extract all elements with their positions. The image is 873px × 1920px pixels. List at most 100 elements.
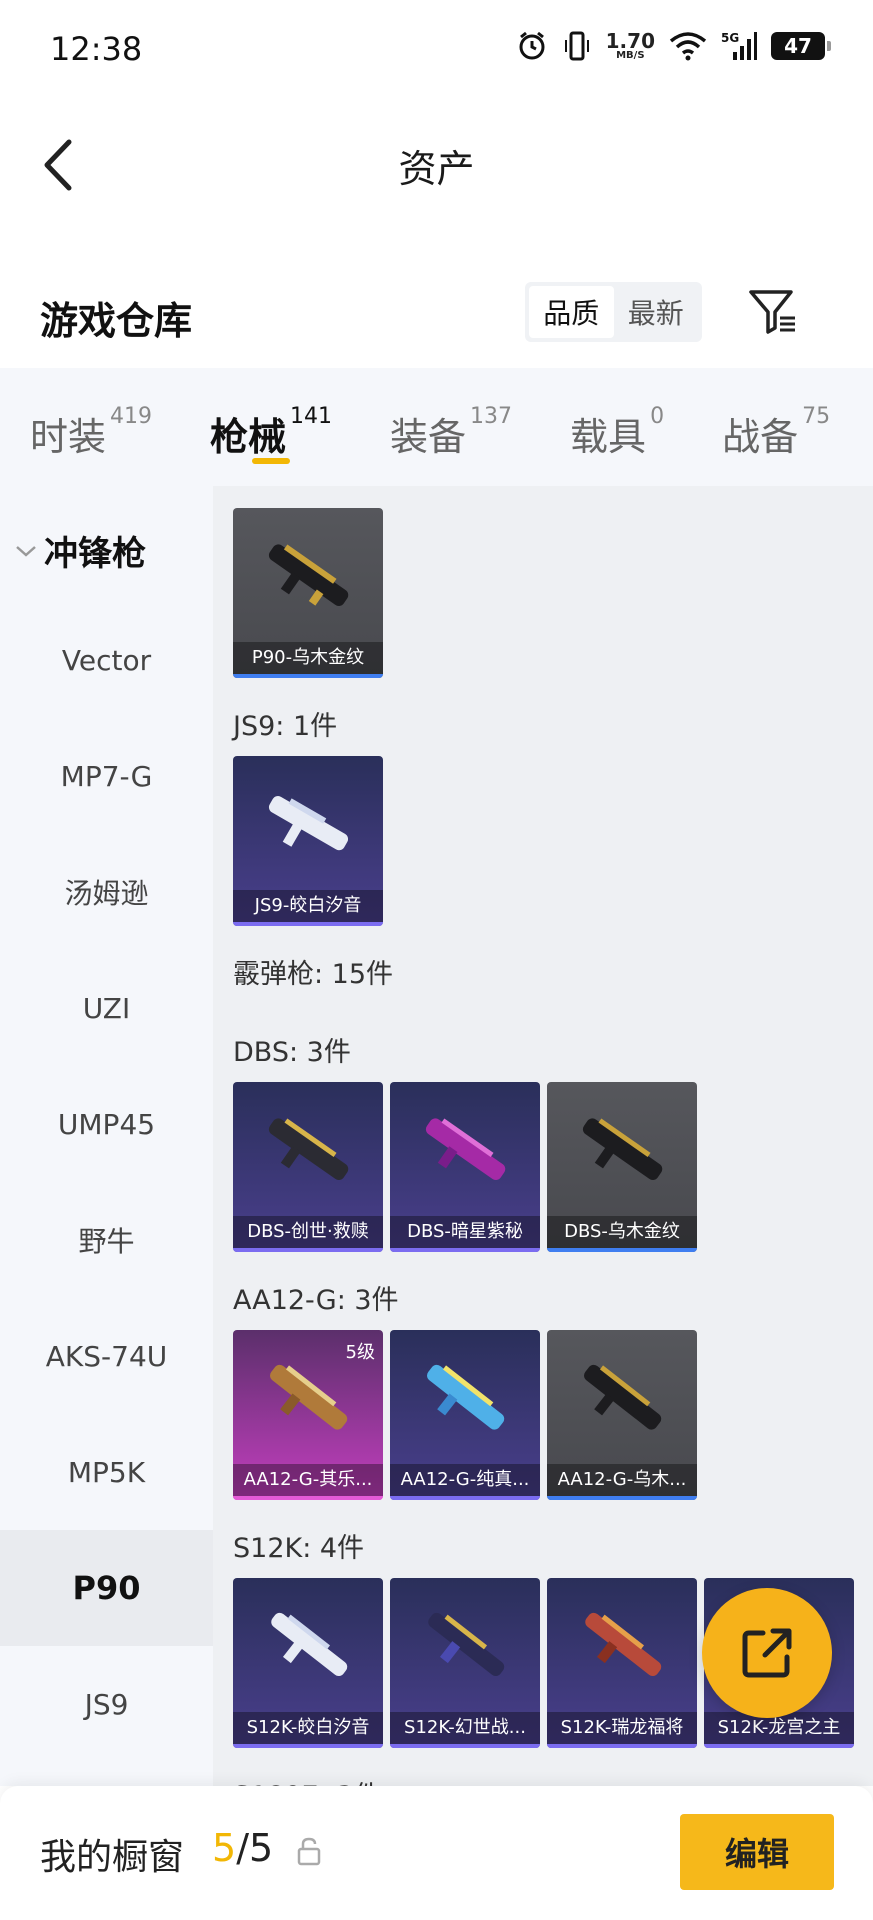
showcase-total: 5 bbox=[249, 1826, 274, 1870]
weapon-image bbox=[233, 1578, 383, 1713]
category-label: S1897: 3件 bbox=[233, 1774, 381, 1786]
rarity-bar bbox=[547, 1496, 697, 1500]
vibrate-icon bbox=[562, 30, 592, 62]
lock-icon bbox=[296, 1836, 322, 1870]
chevron-down-icon bbox=[16, 545, 36, 557]
status-bar: 12:38 1.70 MB/S 5G 47 bbox=[0, 0, 873, 100]
share-fab[interactable] bbox=[702, 1588, 832, 1718]
sort-quality-option[interactable]: 品质 bbox=[529, 286, 614, 338]
tab-count: 141 bbox=[290, 404, 333, 429]
tab-count: 137 bbox=[470, 404, 513, 429]
sidebar-item-aks74u[interactable]: AKS-74U bbox=[0, 1298, 213, 1414]
item-name: S12K-瑞龙福将 bbox=[547, 1712, 697, 1744]
tab-firearms[interactable]: 枪械 141 bbox=[210, 368, 332, 486]
weapon-image bbox=[390, 1082, 540, 1217]
item-card[interactable]: DBS-乌木金纹 bbox=[547, 1082, 697, 1252]
rarity-bar bbox=[233, 674, 383, 678]
filter-icon bbox=[749, 290, 795, 334]
svg-text:5G: 5G bbox=[721, 31, 739, 45]
sidebar-item-mp5k[interactable]: MP5K bbox=[0, 1414, 213, 1530]
wifi-icon bbox=[669, 31, 707, 61]
item-card[interactable]: P90-乌木金纹 bbox=[233, 508, 383, 678]
category-label: AA12-G: 3件 bbox=[233, 1285, 399, 1316]
page-title: 资产 bbox=[398, 147, 475, 191]
weapon-image bbox=[547, 1082, 697, 1217]
sidebar-item-p90[interactable]: P90 bbox=[0, 1530, 213, 1646]
external-link-icon bbox=[742, 1628, 792, 1678]
weapon-image bbox=[547, 1330, 697, 1465]
weapon-image bbox=[390, 1578, 540, 1713]
item-card[interactable]: DBS-创世·救赎 bbox=[233, 1082, 383, 1252]
sidebar-item-vector[interactable]: Vector bbox=[0, 602, 213, 718]
rarity-bar bbox=[390, 1248, 540, 1252]
rarity-bar bbox=[704, 1744, 854, 1748]
tab-label: 载具 bbox=[570, 415, 647, 459]
item-card[interactable]: S12K-幻世战... bbox=[390, 1578, 540, 1748]
item-level-badge: 5级 bbox=[345, 1342, 375, 1363]
network-speed: 1.70 MB/S bbox=[605, 29, 655, 61]
status-time: 12:38 bbox=[50, 30, 143, 68]
weapon-image bbox=[547, 1578, 697, 1713]
category-tabs: 时装 419 枪械 141 装备 137 载具 0 战备 75 bbox=[0, 368, 873, 486]
rarity-bar bbox=[233, 1744, 383, 1748]
cellular-signal-icon: 5G bbox=[721, 30, 757, 62]
tab-fashion[interactable]: 时装 419 bbox=[30, 368, 152, 486]
item-name: DBS-乌木金纹 bbox=[547, 1216, 697, 1248]
item-card[interactable]: DBS-暗星紫秘 bbox=[390, 1082, 540, 1252]
sidebar-item-uzi[interactable]: UZI bbox=[0, 950, 213, 1066]
sort-toggle: 品质 最新 bbox=[525, 282, 702, 342]
item-name: S12K-幻世战... bbox=[390, 1712, 540, 1744]
sidebar-item-thompson[interactable]: 汤姆逊 bbox=[0, 834, 213, 950]
item-card[interactable]: S12K-瑞龙福将 bbox=[547, 1578, 697, 1748]
rarity-bar bbox=[547, 1744, 697, 1748]
rarity-bar bbox=[547, 1248, 697, 1252]
edit-button[interactable]: 编辑 bbox=[680, 1814, 834, 1890]
tab-label: 战备 bbox=[722, 415, 799, 459]
showcase-bar: 我的橱窗 5/5 编辑 bbox=[0, 1786, 873, 1920]
item-card[interactable]: 5级 AA12-G-其乐... bbox=[233, 1330, 383, 1500]
tab-active-indicator bbox=[252, 458, 291, 464]
tab-count: 419 bbox=[110, 404, 153, 429]
item-card[interactable]: AA12-G-纯真... bbox=[390, 1330, 540, 1500]
tab-count: 0 bbox=[650, 404, 665, 429]
sidebar-group-smg[interactable]: 冲锋枪 bbox=[14, 526, 146, 575]
item-card[interactable]: AA12-G-乌木... bbox=[547, 1330, 697, 1500]
weapon-image bbox=[233, 756, 383, 891]
item-card[interactable]: JS9-皎白汐音 bbox=[233, 756, 383, 926]
sidebar-group-label: 冲锋枪 bbox=[44, 534, 146, 574]
showcase-count: 5/5 bbox=[212, 1826, 274, 1870]
sidebar-item-ump45[interactable]: UMP45 bbox=[0, 1066, 213, 1182]
category-label: S12K: 4件 bbox=[233, 1533, 365, 1564]
sidebar-item-mp7g[interactable]: MP7-G bbox=[0, 718, 213, 834]
showcase-label: 我的橱窗 bbox=[40, 1837, 185, 1878]
item-card[interactable]: S12K-皎白汐音 bbox=[233, 1578, 383, 1748]
tab-vehicles[interactable]: 载具 0 bbox=[570, 368, 664, 486]
item-name: P90-乌木金纹 bbox=[233, 642, 383, 674]
item-name: S12K-皎白汐音 bbox=[233, 1712, 383, 1744]
tab-combat-prep[interactable]: 战备 75 bbox=[722, 368, 830, 486]
battery-indicator: 47 bbox=[771, 32, 831, 60]
category-label: JS9: 1件 bbox=[233, 711, 338, 742]
sidebar-item-js9[interactable]: JS9 bbox=[0, 1646, 213, 1762]
tab-label: 枪械 bbox=[210, 415, 287, 459]
weapon-image bbox=[390, 1330, 540, 1465]
sort-newest-option[interactable]: 最新 bbox=[614, 286, 699, 338]
weapon-image bbox=[233, 508, 383, 643]
tab-label: 装备 bbox=[390, 415, 467, 459]
rarity-bar bbox=[390, 1744, 540, 1748]
category-label: 霰弹枪: 15件 bbox=[233, 959, 394, 990]
status-icons: 1.70 MB/S 5G 47 bbox=[516, 29, 831, 62]
showcase-current: 5 bbox=[212, 1826, 237, 1870]
filter-button[interactable] bbox=[745, 282, 801, 342]
tab-label: 时装 bbox=[30, 415, 107, 459]
rarity-bar bbox=[390, 1496, 540, 1500]
tab-equipment[interactable]: 装备 137 bbox=[390, 368, 512, 486]
weapon-type-sidebar: 冲锋枪 Vector MP7-G 汤姆逊 UZI UMP45 野牛 AKS-74… bbox=[0, 486, 213, 1786]
sidebar-item-bizon[interactable]: 野牛 bbox=[0, 1182, 213, 1298]
item-name: AA12-G-乌木... bbox=[547, 1464, 697, 1496]
section-title: 游戏仓库 bbox=[40, 299, 193, 343]
rarity-bar bbox=[233, 922, 383, 926]
header: 资产 bbox=[0, 100, 873, 230]
item-name: AA12-G-其乐... bbox=[233, 1464, 383, 1496]
item-name: AA12-G-纯真... bbox=[390, 1464, 540, 1496]
